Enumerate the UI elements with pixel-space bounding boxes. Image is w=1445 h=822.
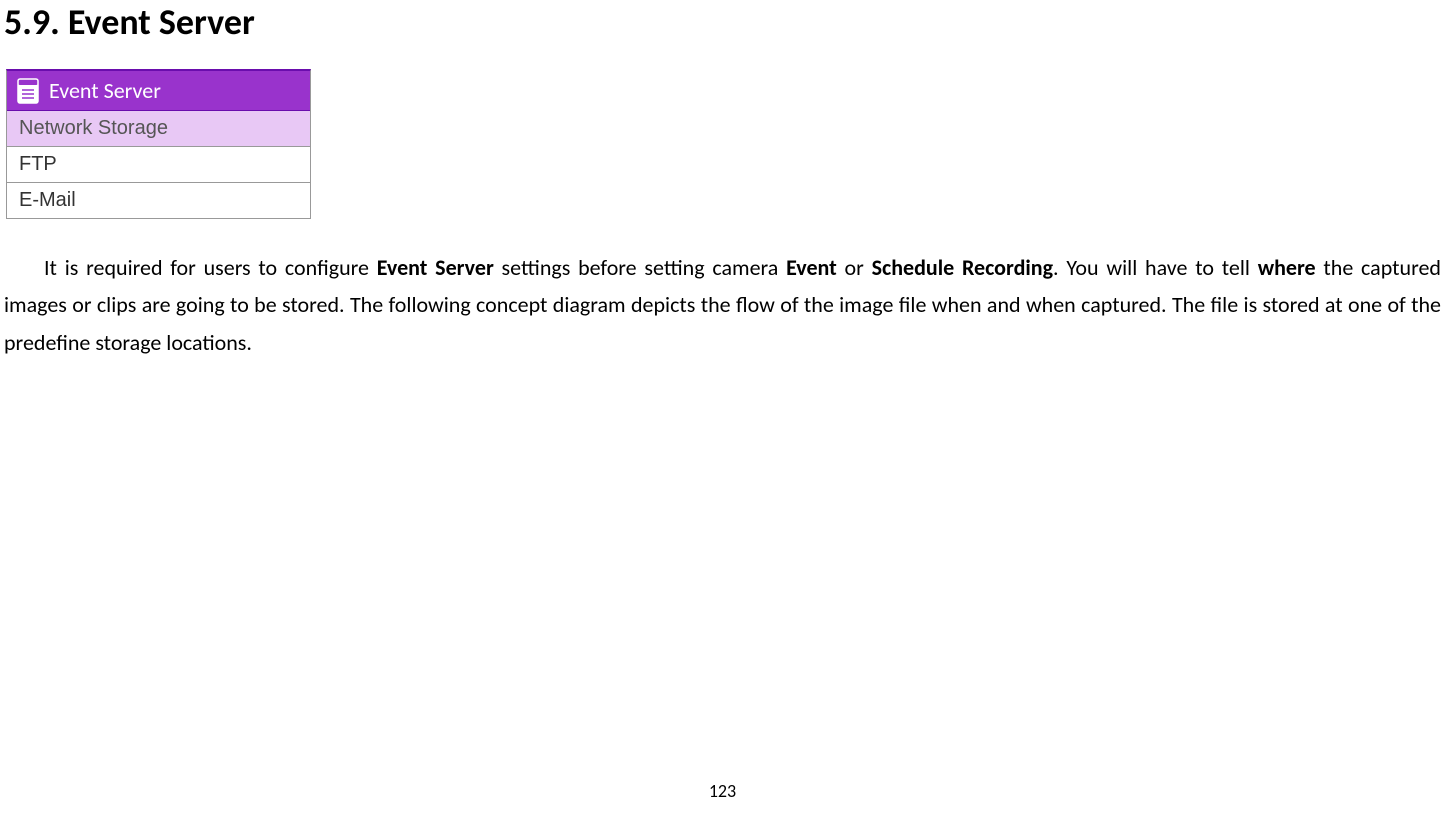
menu-item-label: FTP	[19, 153, 57, 175]
bold-text: Schedule Recording	[872, 254, 1053, 281]
section-heading: 5.9. Event Server	[0, 0, 1445, 69]
bold-text: Event Server	[377, 254, 494, 281]
menu-header[interactable]: Event Server	[7, 71, 310, 111]
storage-icon	[17, 78, 39, 104]
menu-header-label: Event Server	[49, 77, 161, 104]
bold-text: where	[1258, 254, 1316, 281]
menu-item-email[interactable]: E-Mail	[7, 183, 310, 219]
menu-item-ftp[interactable]: FTP	[7, 147, 310, 183]
text-segment: or	[837, 254, 872, 281]
body-paragraph: It is required for users to configure Ev…	[0, 249, 1445, 361]
bold-text: Event	[786, 254, 837, 281]
event-server-menu: Event Server Network Storage FTP E-Mail	[6, 69, 311, 219]
text-segment: It is required for users to configure	[44, 254, 377, 281]
menu-item-label: E-Mail	[19, 189, 76, 211]
text-segment: . You will have to tell	[1053, 254, 1258, 281]
page-number: 123	[709, 780, 736, 802]
menu-item-network-storage[interactable]: Network Storage	[7, 111, 310, 147]
text-segment: settings before setting camera	[494, 254, 786, 281]
menu-item-label: Network Storage	[19, 117, 168, 139]
